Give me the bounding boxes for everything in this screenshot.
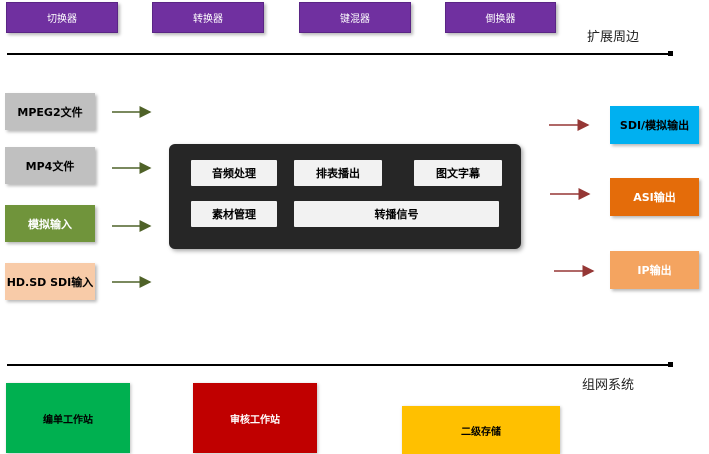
center-item-media: 素材管理: [191, 201, 277, 227]
center-item-schedule: 排表播出: [294, 160, 382, 186]
bottom-box-editing-workstation: 编单工作站: [6, 383, 130, 453]
output-asi: ASI输出: [610, 178, 699, 216]
center-item-graphics: 图文字幕: [414, 160, 502, 186]
divider-line-bottom: [7, 364, 671, 366]
bottom-box-secondary-storage: 二级存储: [402, 406, 560, 454]
output-ip: IP输出: [610, 251, 699, 289]
bottom-box-review-workstation: 审核工作站: [193, 383, 317, 453]
divider-line-bottom-end: [668, 362, 673, 367]
output-sdi-analog: SDI/模拟输出: [610, 106, 699, 144]
section-label-network: 组网系统: [582, 378, 635, 393]
center-processing-panel: 音频处理 排表播出 图文字幕 素材管理 转播信号: [169, 144, 521, 249]
center-item-audio: 音频处理: [191, 160, 277, 186]
center-item-relay: 转播信号: [294, 201, 499, 227]
